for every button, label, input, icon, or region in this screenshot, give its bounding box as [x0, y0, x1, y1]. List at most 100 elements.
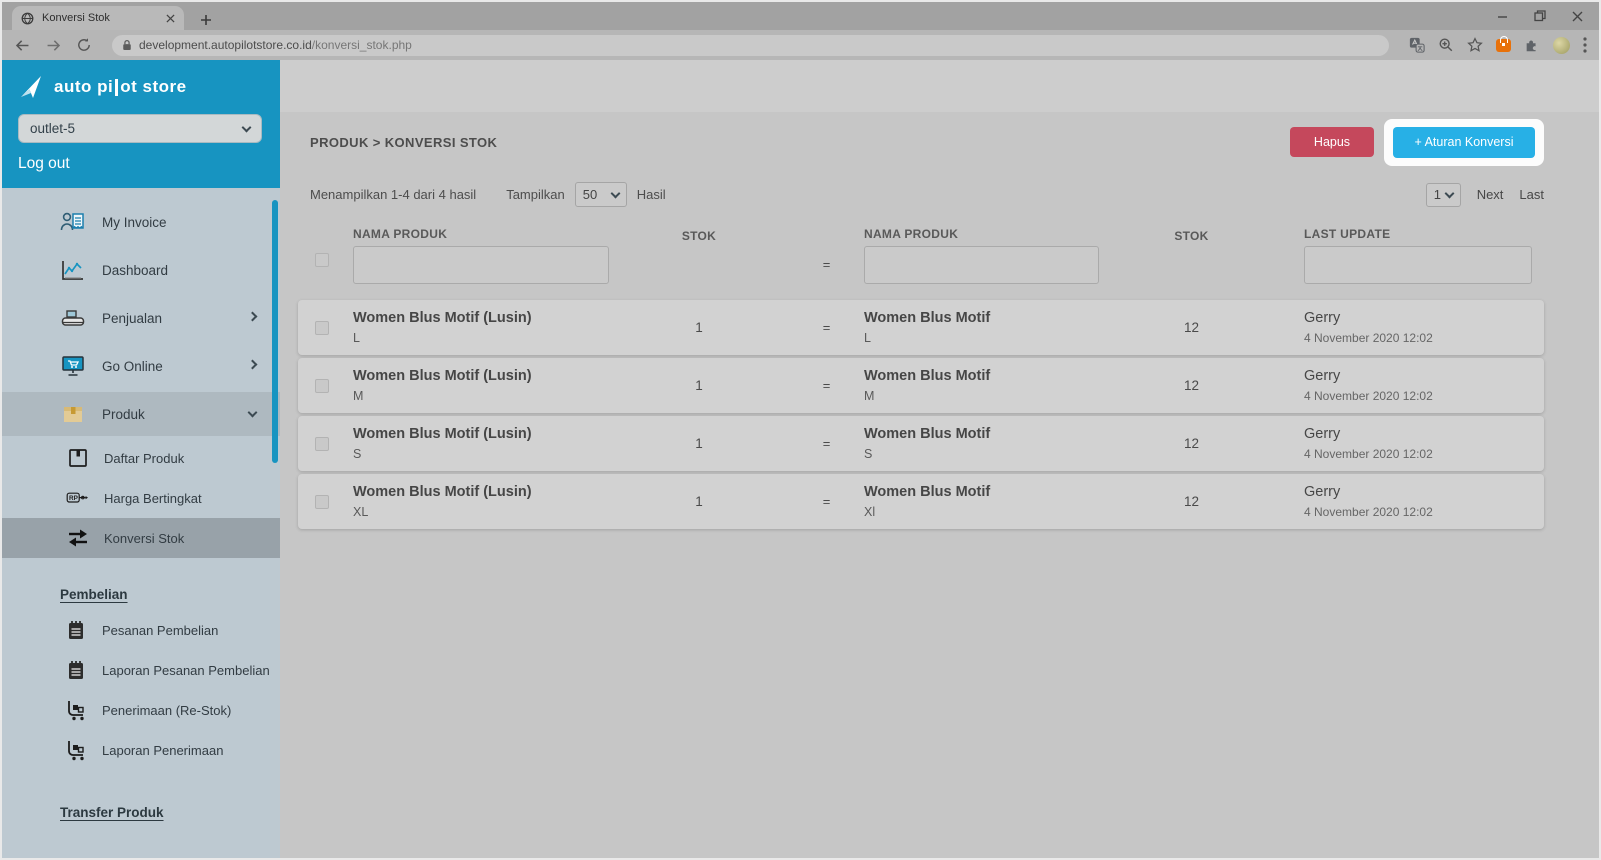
- notepad-icon: [64, 619, 88, 641]
- target-product-variant: M: [864, 389, 875, 403]
- url-bar[interactable]: development.autopilotstore.co.id/konvers…: [112, 34, 1389, 56]
- target-product-name: Women Blus Motif: [864, 484, 991, 500]
- translate-icon[interactable]: [1409, 37, 1425, 53]
- section-label: Transfer Produk: [60, 804, 164, 820]
- sidebar-item-penjualan[interactable]: Penjualan: [2, 294, 280, 342]
- logout-link[interactable]: Log out: [18, 155, 264, 173]
- table-row[interactable]: Women Blus Motif (Lusin) XL 1 = Women Blu…: [298, 474, 1544, 529]
- tab-close-icon[interactable]: [166, 13, 175, 23]
- filter-nama-produk-1-input[interactable]: [353, 246, 609, 284]
- equals-sign: =: [822, 436, 831, 451]
- next-page-link[interactable]: Next: [1477, 187, 1504, 202]
- rp-price-tag-icon: RP: [66, 488, 90, 508]
- menu-dots-icon[interactable]: [1583, 37, 1587, 53]
- extensions-puzzle-icon[interactable]: [1524, 37, 1540, 53]
- bookmark-star-icon[interactable]: [1467, 37, 1483, 53]
- app-top-bar: [280, 60, 1599, 112]
- sidebar-subitem-daftar-produk[interactable]: Daftar Produk: [2, 438, 280, 478]
- sidebar-item-produk[interactable]: Produk: [2, 392, 280, 436]
- source-product-variant: M: [353, 389, 364, 403]
- select-all-checkbox[interactable]: [315, 253, 329, 267]
- sidebar-item-go-online[interactable]: Go Online: [2, 342, 280, 390]
- tampilkan-label: Tampilkan: [506, 187, 565, 202]
- url-path: /konversi_stok.php: [311, 38, 412, 52]
- target-stok: 12: [1183, 494, 1200, 509]
- equals-sign: =: [822, 320, 831, 335]
- sidebar-section-pembelian[interactable]: Pembelian: [2, 578, 280, 610]
- per-page-select[interactable]: 50: [574, 182, 627, 207]
- updated-by: Gerry: [1304, 310, 1341, 326]
- section-label: Pembelian: [60, 586, 128, 602]
- chevron-down-icon: [1444, 188, 1455, 198]
- sidebar-item-pesanan-pembelian[interactable]: Pesanan Pembelian: [2, 610, 280, 650]
- results-summary: Menampilkan 1-4 dari 4 hasil: [310, 187, 477, 202]
- row-checkbox[interactable]: [315, 320, 329, 335]
- target-stok: 12: [1183, 436, 1200, 451]
- shopping-extension-icon[interactable]: [1496, 35, 1511, 52]
- paper-plane-icon: [18, 74, 44, 100]
- browser-tab[interactable]: Konversi Stok: [12, 6, 184, 30]
- target-product-variant: Xl: [864, 505, 876, 519]
- filter-last-update-input[interactable]: [1304, 246, 1532, 284]
- aturan-konversi-button[interactable]: + Aturan Konversi: [1393, 126, 1535, 158]
- online-store-icon: [60, 354, 86, 378]
- konversi-stok-table: NAMA PRODUK STOK = NAMA PRODUK STOK LAST…: [298, 227, 1544, 529]
- new-tab-button[interactable]: [200, 14, 212, 26]
- sidebar-section-transfer-produk[interactable]: Transfer Produk: [2, 796, 280, 828]
- brand-logo: auto pi ot store: [18, 74, 264, 100]
- table-row[interactable]: Women Blus Motif (Lusin) L 1 = Women Blus…: [298, 300, 1544, 355]
- last-page-link[interactable]: Last: [1519, 187, 1544, 202]
- column-header-last-update: LAST UPDATE: [1304, 227, 1391, 241]
- sidebar-item-penerimaan-restok[interactable]: Penerimaan (Re-Stok): [2, 690, 280, 730]
- source-product-name: Women Blus Motif (Lusin): [353, 484, 532, 500]
- tab-title: Konversi Stok: [42, 12, 110, 24]
- source-product-name: Women Blus Motif (Lusin): [353, 310, 532, 326]
- updated-at: 4 November 2020 12:02: [1304, 389, 1433, 403]
- column-header-stok-1: STOK: [681, 229, 717, 243]
- hapus-button[interactable]: Hapus: [1290, 127, 1374, 157]
- sidebar-subitem-harga-bertingkat[interactable]: RP Harga Bertingkat: [2, 478, 280, 518]
- tutorial-spotlight: + Aturan Konversi: [1384, 118, 1544, 166]
- target-stok: 12: [1183, 320, 1200, 335]
- refresh-button[interactable]: [76, 37, 92, 53]
- page-value: 1: [1433, 187, 1441, 202]
- column-header-stok-2: STOK: [1174, 229, 1209, 243]
- equals-sign: =: [822, 494, 831, 509]
- source-product-variant: L: [353, 331, 360, 345]
- forward-button[interactable]: [45, 37, 62, 54]
- hand-truck-icon: [64, 739, 88, 761]
- sidebar-item-laporan-penerimaan[interactable]: Laporan Penerimaan: [2, 730, 280, 770]
- tab-strip: Konversi Stok: [2, 2, 1599, 30]
- dashboard-chart-icon: [60, 258, 86, 282]
- globe-favicon-icon: [21, 12, 34, 25]
- sidebar-item-my-invoice[interactable]: My Invoice: [2, 198, 280, 246]
- row-checkbox[interactable]: [315, 494, 329, 509]
- source-stok: 1: [695, 320, 703, 335]
- box-outline-icon: [66, 447, 90, 469]
- profile-avatar[interactable]: [1553, 36, 1570, 54]
- restore-button[interactable]: [1534, 10, 1546, 22]
- sidebar-item-dashboard[interactable]: Dashboard: [2, 246, 280, 294]
- updated-by: Gerry: [1304, 484, 1341, 500]
- page-select[interactable]: 1: [1425, 182, 1461, 207]
- sidebar-item-label: Pesanan Pembelian: [102, 622, 219, 638]
- table-row[interactable]: Women Blus Motif (Lusin) M 1 = Women Blus…: [298, 358, 1544, 413]
- table-row[interactable]: Women Blus Motif (Lusin) S 1 = Women Blus…: [298, 416, 1544, 471]
- brand-bar: [115, 78, 119, 96]
- zoom-icon[interactable]: [1438, 37, 1454, 53]
- sidebar-scrollbar[interactable]: [272, 200, 278, 463]
- sidebar-item-laporan-pesanan-pembelian[interactable]: Laporan Pesanan Pembelian: [2, 650, 280, 690]
- updated-by: Gerry: [1304, 368, 1341, 384]
- url-domain: development.autopilotstore.co.id: [139, 38, 312, 52]
- row-checkbox[interactable]: [315, 378, 329, 393]
- close-button[interactable]: [1572, 11, 1583, 22]
- back-button[interactable]: [14, 37, 31, 54]
- row-checkbox[interactable]: [315, 436, 329, 451]
- sidebar-subitem-konversi-stok[interactable]: Konversi Stok: [2, 518, 280, 558]
- updated-at: 4 November 2020 12:02: [1304, 331, 1433, 345]
- minimize-button[interactable]: [1497, 11, 1508, 22]
- sidebar-item-label: Laporan Pesanan Pembelian: [102, 662, 270, 678]
- filter-nama-produk-2-input[interactable]: [864, 246, 1099, 284]
- sidebar-header: auto pi ot store outlet-5 Log out: [2, 60, 280, 188]
- outlet-select[interactable]: outlet-5: [18, 114, 262, 143]
